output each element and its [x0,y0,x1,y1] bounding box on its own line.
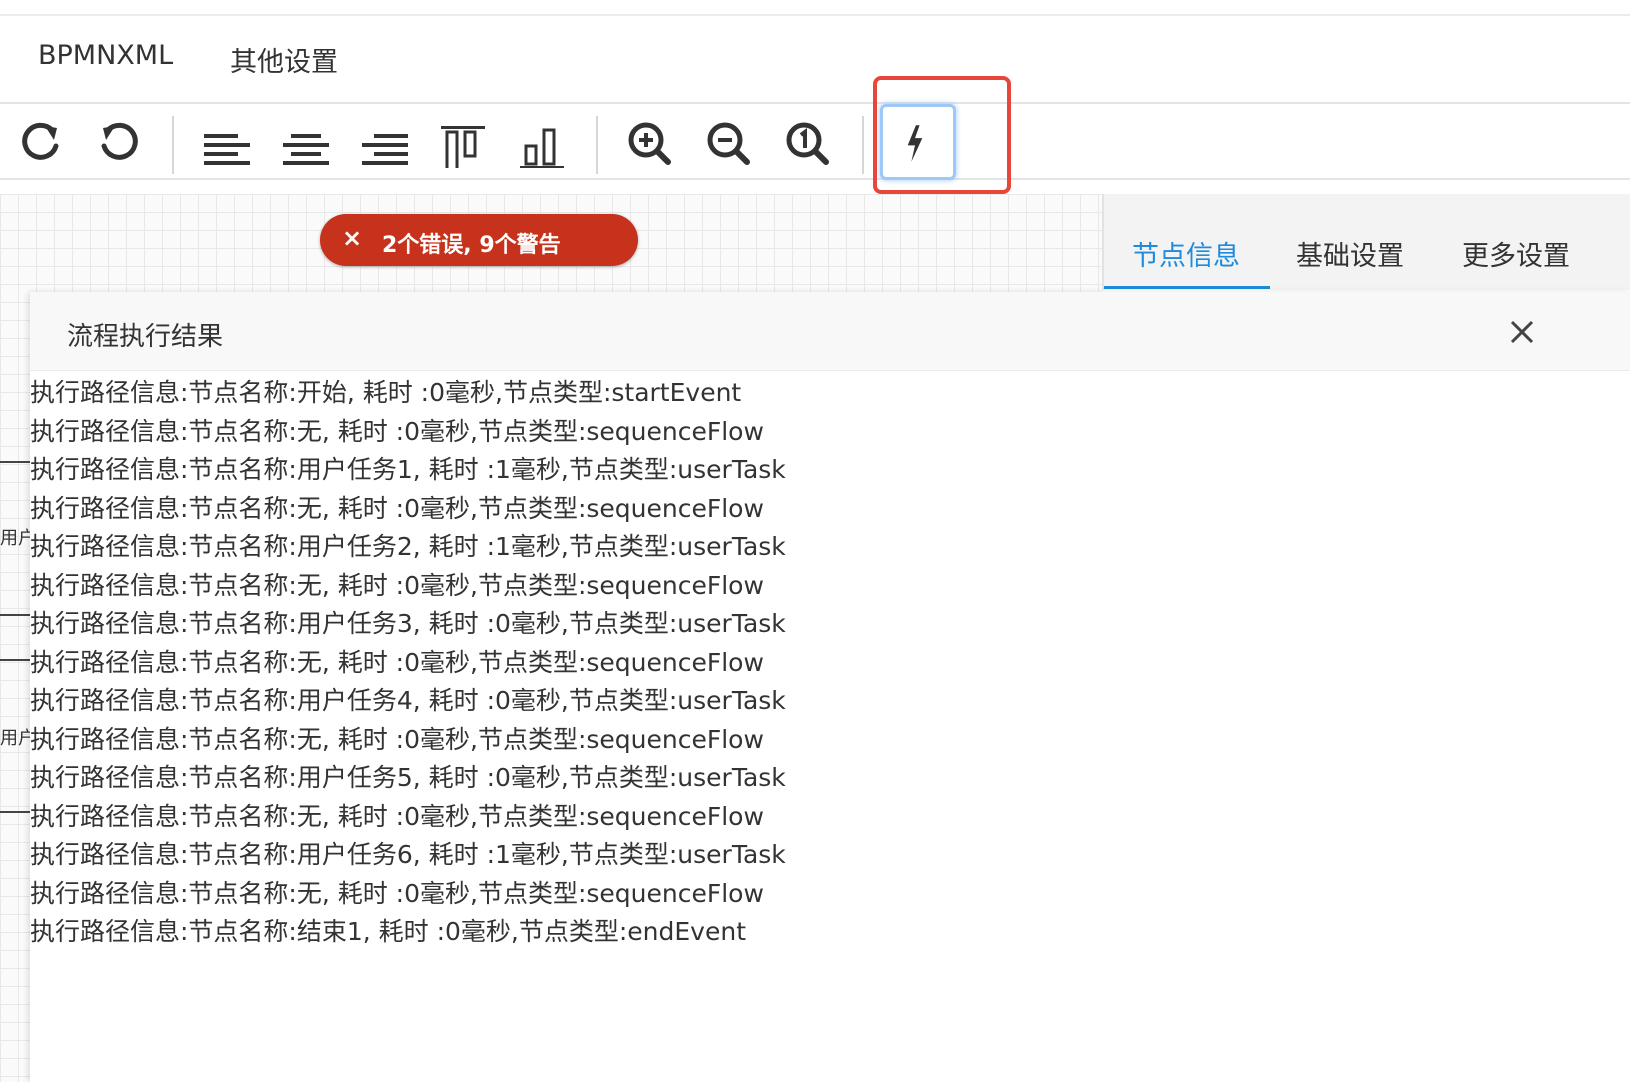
top-divider [0,14,1630,16]
tab-more-settings[interactable]: 更多设置 [1462,234,1570,273]
log-line: 执行路径信息:节点名称:无, 耗时 :0毫秒,节点类型:sequenceFlow [30,878,764,908]
align-left-icon[interactable] [200,116,254,168]
zoom-in-icon[interactable] [622,116,676,168]
active-tab-indicator [1104,286,1270,289]
log-line: 执行路径信息:节点名称:用户任务5, 耗时 :0毫秒,节点类型:userTask [30,763,786,792]
menu-bpmnxml[interactable]: BPMNXML [38,40,173,71]
undo-icon[interactable] [92,116,146,168]
result-title: 流程执行结果 [67,322,224,352]
log-line: 执行路径信息:节点名称:无, 耗时 :0毫秒,节点类型:sequenceFlow [30,647,764,677]
error-icon: × [342,224,363,252]
execution-log-list: 执行路径信息:节点名称:开始, 耗时 :0毫秒,节点类型:startEvent 执… [30,374,786,952]
properties-panel: 节点信息 基础设置 更多设置 [1102,194,1630,290]
log-line: 执行路径信息:节点名称:无, 耗时 :0毫秒,节点类型:sequenceFlow [30,570,764,600]
log-line: 执行路径信息:节点名称:无, 耗时 :0毫秒,节点类型:sequenceFlow [30,493,764,523]
log-line: 执行路径信息:节点名称:无, 耗时 :0毫秒,节点类型:sequenceFlow [30,724,764,754]
tab-basic-settings[interactable]: 基础设置 [1296,234,1404,273]
align-top-icon[interactable] [437,116,491,172]
validation-badge[interactable]: × 2个错误, 9个警告 [320,214,638,266]
log-line: 执行路径信息:节点名称:结束1, 耗时 :0毫秒,节点类型:endEvent [30,917,747,946]
redo-icon[interactable] [14,116,68,168]
log-line: 执行路径信息:节点名称:用户任务4, 耗时 :0毫秒,节点类型:userTask [30,686,786,715]
tab-node-info[interactable]: 节点信息 [1132,234,1240,273]
result-header: 流程执行结果 [30,292,1630,371]
log-line: 执行路径信息:节点名称:无, 耗时 :0毫秒,节点类型:sequenceFlow [30,801,764,831]
log-line: 执行路径信息:节点名称:用户任务3, 耗时 :0毫秒,节点类型:userTask [30,609,786,638]
align-right-icon[interactable] [358,116,412,168]
log-line: 执行路径信息:节点名称:用户任务6, 耗时 :1毫秒,节点类型:userTask [30,840,786,869]
highlight-annotation [873,76,1011,194]
align-bottom-icon[interactable] [516,116,570,169]
toolbar-separator [172,116,174,174]
align-center-icon[interactable] [279,116,333,168]
diagram-edge [0,614,30,616]
validation-text: 2个错误, 9个警告 [382,233,561,258]
diagram-edge [0,811,30,813]
log-line: 执行路径信息:节点名称:无, 耗时 :0毫秒,节点类型:sequenceFlow [30,416,764,446]
zoom-out-icon[interactable] [701,116,755,168]
zoom-reset-icon[interactable] [780,116,834,168]
execution-result-panel: 流程执行结果 执行路径信息:节点名称:开始, 耗时 :0毫秒,节点类型:star… [30,292,1630,1082]
toolbar-separator [862,116,864,174]
menu-other-settings[interactable]: 其他设置 [230,40,338,79]
log-line: 执行路径信息:节点名称:开始, 耗时 :0毫秒,节点类型:startEvent [30,378,742,407]
close-button[interactable] [1506,316,1538,348]
toolbar-separator [596,116,598,174]
log-line: 执行路径信息:节点名称:用户任务2, 耗时 :1毫秒,节点类型:userTask [30,532,786,561]
close-icon [1510,320,1534,344]
log-line: 执行路径信息:节点名称:用户任务1, 耗时 :1毫秒,节点类型:userTask [30,455,786,484]
diagram-edge [0,659,30,661]
toolbar [0,102,1630,180]
diagram-edge [0,461,30,463]
